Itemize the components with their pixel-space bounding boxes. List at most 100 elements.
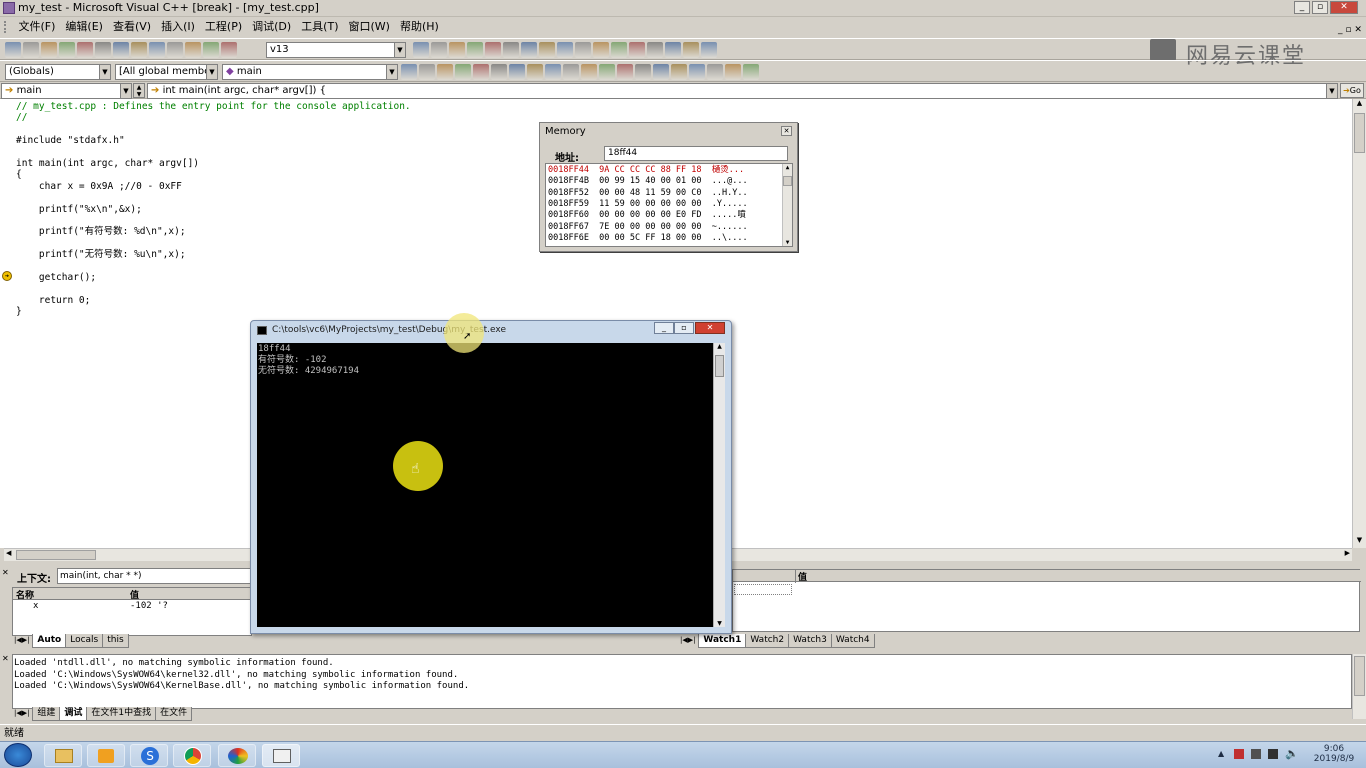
wizard-button-icon-15[interactable] [671, 64, 687, 80]
debug-button-icon-14[interactable] [665, 42, 681, 58]
tab-auto[interactable]: Auto [32, 634, 67, 648]
tray-flag-icon[interactable] [1234, 749, 1244, 759]
spin-button[interactable]: ▲ ▼ [133, 83, 145, 98]
wizard-button-icon-6[interactable] [509, 64, 525, 80]
wizard-button-icon-2[interactable] [437, 64, 453, 80]
watch-grid[interactable]: 值 [732, 569, 1361, 632]
scroll-left-icon[interactable]: ◀ [6, 549, 11, 557]
tab-this[interactable]: this [102, 634, 129, 648]
tray-expand-icon[interactable]: ▲ [1218, 749, 1224, 758]
restore-button[interactable]: ▫ [1312, 1, 1328, 14]
chrome-icon[interactable] [173, 744, 211, 767]
scroll-right-icon[interactable]: ▶ [1345, 549, 1350, 557]
code-line[interactable]: printf("%x\n",&x); [16, 204, 142, 216]
memory-row[interactable]: 0018FF60 00 00 00 00 00 E0 FD .....噴 [548, 210, 746, 221]
network-icon[interactable] [1268, 749, 1278, 759]
variables-grid[interactable]: 名称 值 x -102 '? [12, 587, 253, 636]
debug-button-icon-16[interactable] [701, 42, 717, 58]
close-icon[interactable]: ✕ [781, 126, 792, 136]
restore-button[interactable]: ▫ [674, 322, 694, 334]
volume-icon[interactable]: 🔈 [1285, 747, 1299, 760]
go-button[interactable]: ➔Go [1340, 83, 1364, 98]
tab-watch3[interactable]: Watch3 [788, 634, 832, 648]
tab-nav-icon[interactable]: |◀▶| [14, 636, 29, 644]
memory-scrollbar[interactable]: ▲ ▼ [782, 164, 792, 246]
tab-watch4[interactable]: Watch4 [830, 634, 875, 648]
debug-button-icon-5[interactable] [503, 42, 519, 58]
debug-button-icon-9[interactable] [575, 42, 591, 58]
output-text[interactable]: Loaded 'ntdll.dll', no matching symbolic… [12, 654, 1352, 709]
wizard-button-icon-13[interactable] [635, 64, 651, 80]
menu-item-6[interactable]: 工具(T) [296, 18, 343, 36]
var-value[interactable]: -102 '? [130, 601, 168, 611]
close-button[interactable]: ✕ [1330, 1, 1358, 14]
wizard-button-icon-1[interactable] [419, 64, 435, 80]
standard-button-icon-3[interactable] [59, 42, 75, 58]
menu-item-7[interactable]: 窗口(W) [344, 18, 395, 36]
debug-button-icon-0[interactable] [413, 42, 429, 58]
wizard-button-icon-18[interactable] [725, 64, 741, 80]
standard-button-icon-5[interactable] [95, 42, 111, 58]
wizard-button-icon-17[interactable] [707, 64, 723, 80]
menu-item-8[interactable]: 帮助(H) [395, 18, 444, 36]
table-row[interactable]: x -102 '? [13, 601, 253, 613]
scroll-thumb[interactable] [715, 355, 724, 377]
standard-button-icon-11[interactable] [203, 42, 219, 58]
menu-item-5[interactable]: 调试(D) [247, 18, 296, 36]
wizard-button-icon-19[interactable] [743, 64, 759, 80]
watch-value-header[interactable]: 值 [795, 570, 807, 583]
memory-row[interactable]: 0018FF44 9A CC CC CC 88 FF 18 樋烫... [548, 165, 744, 176]
debug-button-icon-7[interactable] [539, 42, 555, 58]
minimize-button[interactable]: _ [1294, 1, 1310, 14]
standard-button-icon-0[interactable] [5, 42, 21, 58]
tab-nav-icon[interactable]: |◀▶| [14, 709, 29, 717]
code-line[interactable]: // my_test.cpp : Defines the entry point… [16, 101, 411, 113]
debug-button-icon-12[interactable] [629, 42, 645, 58]
tab-find1[interactable]: 在文件1中查找 [86, 707, 157, 721]
debug-button-icon-1[interactable] [431, 42, 447, 58]
code-line[interactable]: } [16, 306, 22, 318]
address-input[interactable]: 18ff44 [604, 146, 788, 161]
scroll-down-icon[interactable]: ▼ [714, 620, 725, 627]
chevron-down-icon[interactable]: ▼ [99, 65, 110, 79]
tab-nav-icon[interactable]: |◀▶| [680, 636, 695, 644]
menu-item-0[interactable]: 文件(F) [14, 18, 61, 36]
standard-button-icon-6[interactable] [113, 42, 129, 58]
tab-watch2[interactable]: Watch2 [745, 634, 790, 648]
wizard-button-icon-11[interactable] [599, 64, 615, 80]
memory-row[interactable]: 0018FF52 00 00 48 11 59 00 C0 ..H.Y.. [548, 188, 748, 199]
memory-row[interactable]: 0018FF67 7E 00 00 00 00 00 00 ~...... [548, 222, 748, 233]
tab-locals[interactable]: Locals [65, 634, 104, 648]
wizard-button-icon-4[interactable] [473, 64, 489, 80]
console-output[interactable]: 18ff44 有符号数: -102 无符号数: 4294967194 [257, 343, 719, 627]
standard-button-icon-1[interactable] [23, 42, 39, 58]
tab-build[interactable]: 组建 [32, 707, 61, 721]
standard-button-icon-12[interactable] [221, 42, 237, 58]
code-line[interactable]: { [16, 169, 22, 181]
console-scrollbar[interactable]: ▲ ▼ [713, 343, 725, 627]
debug-button-icon-2[interactable] [449, 42, 465, 58]
sogou-icon[interactable]: S [130, 744, 168, 767]
code-line[interactable]: printf("有符号数: %d\n",x); [16, 226, 186, 238]
chevron-down-icon[interactable]: ▼ [1326, 84, 1337, 98]
chevron-down-icon[interactable]: ▼ [394, 43, 405, 57]
media-player-icon[interactable] [87, 744, 125, 767]
column-value-header[interactable]: 值 [130, 588, 139, 601]
wizard-button-icon-14[interactable] [653, 64, 669, 80]
debug-button-icon-8[interactable] [557, 42, 573, 58]
debug-button-icon-11[interactable] [611, 42, 627, 58]
clock[interactable]: 9:06 2019/8/9 [1308, 744, 1360, 764]
column-name-header[interactable]: 名称 [16, 588, 34, 601]
hscroll-thumb[interactable] [16, 550, 96, 560]
scroll-thumb[interactable] [1354, 113, 1365, 153]
function-combo[interactable]: ◆ main ▼ [222, 64, 398, 80]
wizard-button-icon-7[interactable] [527, 64, 543, 80]
visual-cpp-icon[interactable] [262, 744, 300, 767]
output-scrollbar[interactable] [1352, 654, 1366, 719]
chevron-down-icon[interactable]: ▼ [206, 65, 217, 79]
scroll-up-icon[interactable]: ▲ [783, 164, 792, 171]
standard-button-icon-2[interactable] [41, 42, 57, 58]
wizard-button-icon-8[interactable] [545, 64, 561, 80]
scroll-thumb[interactable] [1354, 656, 1365, 696]
chevron-down-icon[interactable]: ▼ [386, 65, 397, 79]
